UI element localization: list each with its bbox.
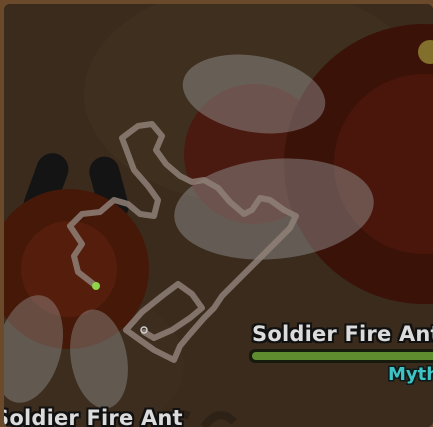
mob-name-label: Soldier Fire Ant [4,406,183,427]
game-viewport[interactable]: Soldier Fire Ant Myth Soldier Fire Ant [4,4,433,427]
mob-health-fill [252,352,433,360]
player-dot [92,282,100,290]
mob-name-label: Soldier Fire Ant [252,322,433,346]
game-scene [4,4,433,427]
mob-health-bar [249,349,433,363]
mob-rarity-label: Myth [388,364,433,385]
